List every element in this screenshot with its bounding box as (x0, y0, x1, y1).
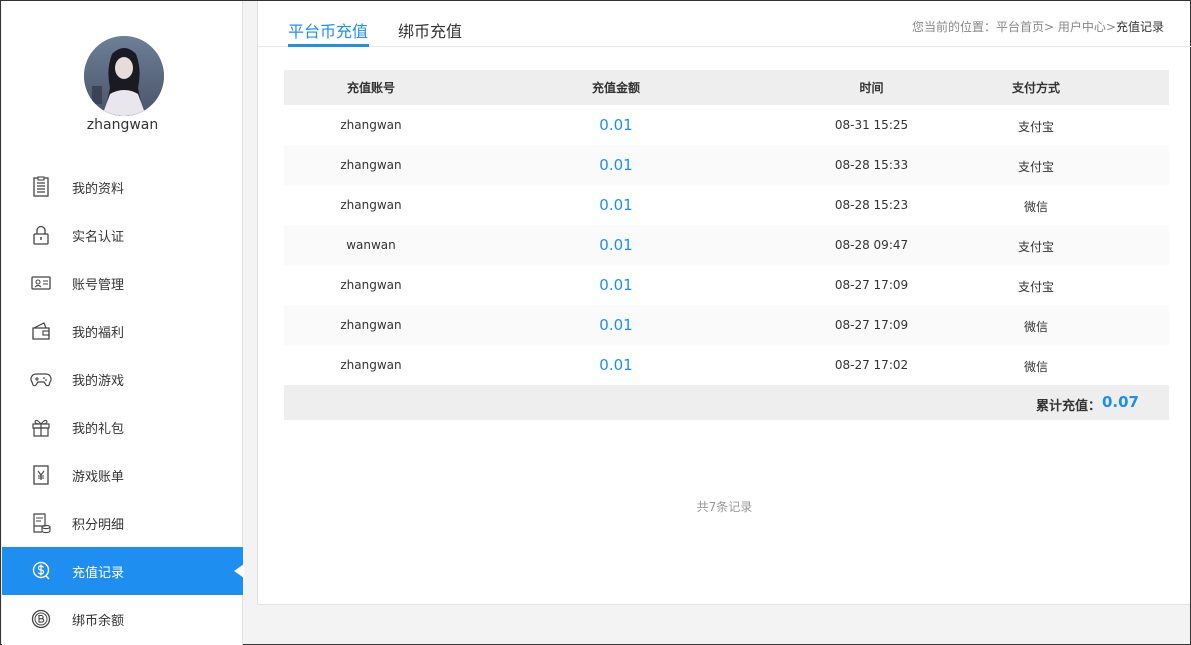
cell-payment-method: 支付宝 (1017, 120, 1054, 134)
cell-time: 08-28 09:47 (834, 238, 909, 252)
sidebar-item-label: 我的礼包 (72, 422, 125, 437)
app-frame: zhangwan 我的资料 实名认证 账号管理 我的福利 我的游戏 我的礼包 游… (0, 0, 1191, 645)
tab-bound-coin-recharge[interactable]: 绑币充值 (398, 18, 462, 42)
table-row: zhangwan 0.01 08-28 15:23 微信 (284, 185, 1169, 225)
cell-account: zhangwan (340, 198, 402, 212)
cell-amount: 0.01 (599, 156, 633, 174)
id-card-icon (30, 272, 52, 294)
active-tab-indicator (288, 44, 369, 47)
column-header-payment-method: 支付方式 (1011, 81, 1060, 95)
cell-time: 08-28 15:33 (834, 158, 909, 172)
sidebar-menu: 我的资料 实名认证 账号管理 我的福利 我的游戏 我的礼包 游戏账单 积分明细 … (2, 163, 244, 643)
total-recharge-value: 0.07 (1101, 393, 1139, 411)
sidebar-item-points[interactable]: 积分明细 (2, 499, 243, 547)
sidebar-item-label: 账号管理 (72, 278, 125, 293)
wallet-icon (30, 320, 52, 342)
yen-bill-icon (30, 464, 52, 486)
breadcrumb-prefix: 您当前的位置： (911, 20, 996, 34)
cell-amount: 0.01 (599, 356, 633, 374)
dollar-circle-icon (30, 560, 52, 582)
cell-amount: 0.01 (599, 236, 633, 254)
sidebar-item-label: 实名认证 (72, 230, 125, 245)
breadcrumb-user-center-link[interactable]: 用户中心 (1058, 20, 1106, 34)
sidebar-item-games[interactable]: 我的游戏 (2, 355, 243, 403)
cell-time: 08-27 17:02 (834, 358, 909, 372)
sidebar-item-label: 绑币余额 (72, 614, 125, 629)
column-header-amount: 充值金额 (591, 81, 640, 95)
cell-amount: 0.01 (599, 196, 633, 214)
tab-platform-coin-recharge[interactable]: 平台币充值 (288, 18, 368, 42)
sidebar-item-welfare[interactable]: 我的福利 (2, 307, 243, 355)
table-header: 充值账号 充值金额 时间 支付方式 (284, 70, 1169, 105)
sidebar-item-gifts[interactable]: 我的礼包 (2, 403, 243, 451)
cell-payment-method: 支付宝 (1017, 240, 1054, 254)
cell-payment-method: 支付宝 (1017, 280, 1054, 294)
cell-payment-method: 微信 (1023, 320, 1048, 334)
table-row: zhangwan 0.01 08-31 15:25 支付宝 (284, 105, 1169, 145)
table-row: zhangwan 0.01 08-27 17:02 微信 (284, 345, 1169, 385)
sidebar-item-bound-balance[interactable]: 绑币余额 (2, 595, 243, 643)
cell-payment-method: 微信 (1023, 360, 1048, 374)
cell-time: 08-28 15:23 (834, 198, 909, 212)
cell-payment-method: 支付宝 (1017, 160, 1054, 174)
cell-time: 08-31 15:25 (834, 118, 909, 132)
cell-time: 08-27 17:09 (834, 278, 909, 292)
sidebar-item-label: 积分明细 (72, 518, 125, 533)
breadcrumb-current: 充值记录 (1115, 20, 1164, 34)
cell-account: zhangwan (340, 118, 402, 132)
avatar[interactable] (84, 36, 164, 116)
document-list-icon (30, 176, 52, 198)
breadcrumb-separator: > (1105, 20, 1116, 34)
table-row: zhangwan 0.01 08-27 17:09 微信 (284, 305, 1169, 345)
table-row: zhangwan 0.01 08-28 15:33 支付宝 (284, 145, 1169, 185)
total-records-count: 共7条记录 (696, 500, 753, 514)
column-header-account: 充值账号 (346, 81, 395, 95)
cell-time: 08-27 17:09 (834, 318, 909, 332)
sidebar-item-label: 我的福利 (72, 326, 125, 341)
cell-account: zhangwan (340, 318, 402, 332)
sidebar-item-recharge-records[interactable]: 充值记录 (2, 547, 244, 595)
tabs-bar: 平台币充值 绑币充值 您当前的位置：平台首页> 用户中心>充值记录 (258, 1, 1191, 47)
sidebar-item-label: 充值记录 (72, 566, 125, 581)
gift-icon (30, 416, 52, 438)
cell-amount: 0.01 (599, 276, 633, 294)
table-summary: 累计充值： 0.07 (284, 385, 1169, 420)
sidebar-item-label: 我的资料 (72, 182, 125, 197)
breadcrumb: 您当前的位置：平台首页> 用户中心>充值记录 (912, 18, 1164, 35)
sidebar: zhangwan 我的资料 实名认证 账号管理 我的福利 我的游戏 我的礼包 游… (2, 1, 244, 645)
gamepad-icon (30, 368, 52, 390)
cell-account: zhangwan (340, 358, 402, 372)
cell-account: zhangwan (340, 158, 402, 172)
cell-account: wanwan (346, 238, 396, 252)
points-detail-icon (30, 512, 52, 534)
sidebar-item-account[interactable]: 账号管理 (2, 259, 243, 307)
total-recharge-label: 累计充值： (1035, 399, 1101, 414)
column-header-time: 时间 (859, 81, 884, 95)
recharge-table: 充值账号 充值金额 时间 支付方式 zhangwan 0.01 08-31 15… (284, 70, 1169, 420)
lock-icon (30, 224, 52, 246)
sidebar-item-label: 我的游戏 (72, 374, 125, 389)
cell-amount: 0.01 (599, 116, 633, 134)
username: zhangwan (86, 117, 159, 133)
sidebar-item-bills[interactable]: 游戏账单 (2, 451, 243, 499)
main-panel: 平台币充值 绑币充值 您当前的位置：平台首页> 用户中心>充值记录 充值账号 充… (257, 1, 1191, 605)
cell-account: zhangwan (340, 278, 402, 292)
sidebar-item-real-name[interactable]: 实名认证 (2, 211, 243, 259)
sidebar-item-profile[interactable]: 我的资料 (2, 163, 243, 211)
sidebar-item-label: 游戏账单 (72, 470, 125, 485)
breadcrumb-separator: > (1044, 20, 1055, 34)
cell-payment-method: 微信 (1023, 200, 1048, 214)
table-row: wanwan 0.01 08-28 09:47 支付宝 (284, 225, 1169, 265)
cell-amount: 0.01 (599, 316, 633, 334)
table-row: zhangwan 0.01 08-27 17:09 支付宝 (284, 265, 1169, 305)
coin-b-icon (30, 608, 52, 630)
breadcrumb-home-link[interactable]: 平台首页 (996, 20, 1044, 34)
